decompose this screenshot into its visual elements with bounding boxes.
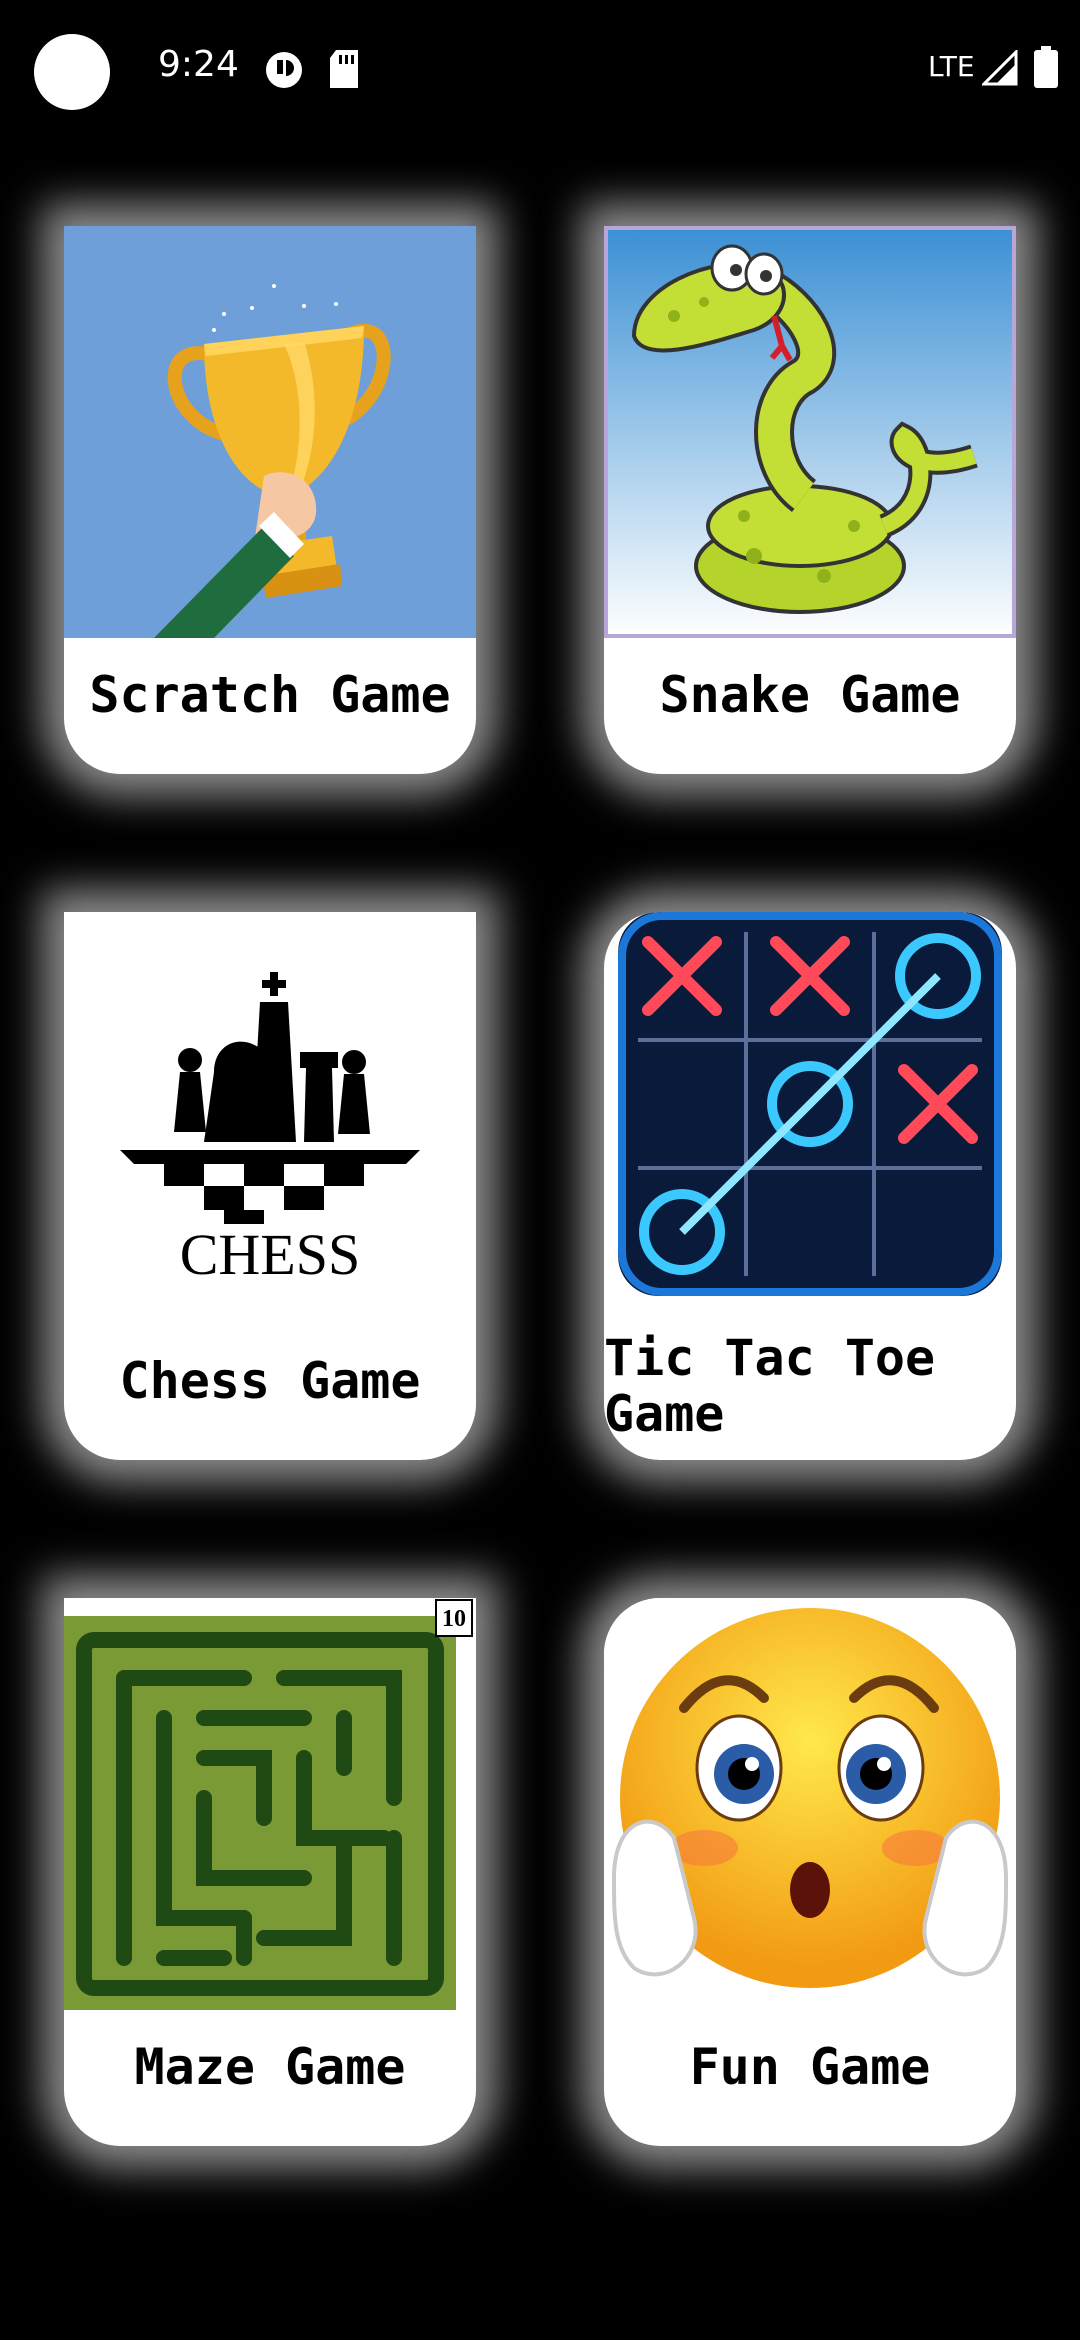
snake-image bbox=[604, 226, 1016, 638]
game-card-maze[interactable]: 10 Maze Game bbox=[64, 1598, 476, 2146]
game-card-tic-tac-toe[interactable]: Tic Tac Toe Game bbox=[604, 912, 1016, 1460]
chess-image: CHESS bbox=[64, 912, 476, 1324]
camera-cutout bbox=[34, 34, 110, 110]
game-label: Tic Tac Toe Game bbox=[604, 1329, 936, 1443]
game-label: Maze Game bbox=[134, 2038, 406, 2096]
battery-icon bbox=[1034, 46, 1058, 88]
game-label: Chess Game bbox=[119, 1352, 421, 1410]
emoji-image bbox=[604, 1598, 1016, 2010]
game-label: Fun Game bbox=[689, 2038, 931, 2096]
network-type: LTE bbox=[928, 50, 975, 83]
game-label: Scratch Game bbox=[89, 666, 451, 724]
status-bar: 9:24 LTE bbox=[0, 0, 1080, 140]
chess-logo-text: CHESS bbox=[180, 1222, 361, 1287]
trophy-image bbox=[64, 226, 476, 638]
game-card-snake[interactable]: Snake Game bbox=[604, 226, 1016, 774]
game-card-scratch[interactable]: Scratch Game bbox=[64, 226, 476, 774]
sd-card-icon bbox=[330, 50, 358, 88]
status-time: 9:24 bbox=[158, 44, 239, 85]
maze-image: 10 bbox=[64, 1598, 476, 2010]
signal-icon bbox=[982, 50, 1018, 86]
game-card-fun[interactable]: Fun Game bbox=[604, 1598, 1016, 2146]
game-card-chess[interactable]: CHESS Chess Game bbox=[64, 912, 476, 1460]
tic-tac-toe-image bbox=[618, 912, 1002, 1296]
notification-icon bbox=[266, 52, 302, 88]
maze-badge-text: 10 bbox=[442, 1606, 466, 1632]
app-screen: 9:24 LTE Scratch Game Snake Game CHESS C… bbox=[0, 0, 1080, 2340]
game-label: Snake Game bbox=[659, 666, 961, 724]
